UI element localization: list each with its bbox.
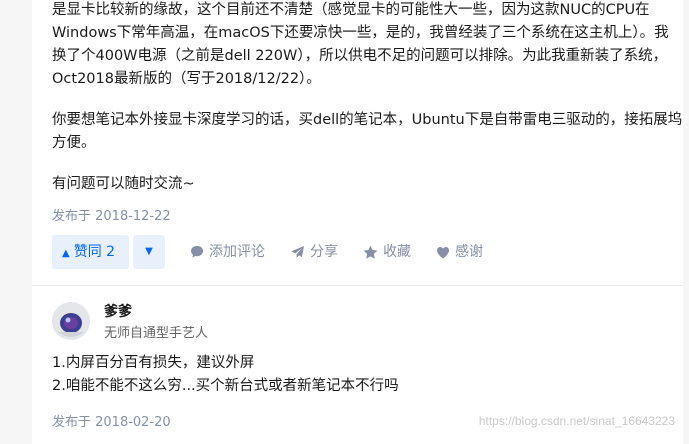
answer-line: Windows下常年高温，在macOS下还要凉快一些，是的，我曾经装了三个系统在… — [52, 25, 669, 41]
page-edge — [683, 0, 689, 444]
upvote-button[interactable]: ▲ 赞同 2 — [52, 235, 129, 269]
watermark: https://blog.csdn.net/sinat_16643223 — [478, 414, 675, 428]
upvote-label: 赞同 2 — [73, 244, 116, 260]
author-name[interactable]: 爹爹 — [104, 301, 132, 321]
comment-label: 添加评论 — [209, 244, 265, 260]
answer-line: 换了个400W电源（之前是dell 220W），所以供电不足的问题可以排除。为此… — [52, 48, 668, 64]
answer-line: 是显卡比较新的缘故，这个目前还不清楚（感觉显卡的可能性大一些，因为这款NUC的C… — [52, 2, 650, 18]
answer-2-date[interactable]: 发布于 2018-02-20 — [52, 411, 171, 430]
answer-1-paragraph-2: 你要想笔记本外接显卡深度学习的话，买dell的笔记本，Ubuntu下是自带雷电三… — [52, 109, 682, 155]
share-label: 分享 — [310, 244, 338, 260]
triangle-up-icon: ▲ — [62, 248, 70, 259]
answer-line: 1.内屏百分百有损失，建议外屏 — [52, 355, 255, 371]
comment-icon — [191, 246, 203, 258]
downvote-button[interactable]: ▼ — [133, 235, 165, 269]
triangle-down-icon: ▼ — [145, 246, 153, 257]
favorite-button[interactable]: 收藏 — [363, 235, 411, 269]
thanks-label: 感谢 — [455, 244, 483, 260]
share-button[interactable]: 分享 — [290, 235, 338, 269]
answer-list: 是显卡比较新的缘故，这个目前还不清楚（感觉显卡的可能性大一些，因为这款NUC的C… — [32, 0, 689, 444]
answer-1-actions: ▲ 赞同 2 ▼ 添加评论 分享 收藏 感谢 — [52, 235, 652, 269]
answer-line: 方便。 — [52, 135, 96, 151]
answer-divider — [32, 285, 689, 286]
answer-2-content: 1.内屏百分百有损失，建议外屏 2.咱能不能不这么穷...买个新台式或者新笔记本… — [52, 352, 399, 398]
thanks-button[interactable]: 感谢 — [436, 235, 483, 269]
share-icon — [291, 246, 304, 258]
answer-line: 你要想笔记本外接显卡深度学习的话，买dell的笔记本，Ubuntu下是自带雷电三… — [52, 112, 683, 128]
answer-line: Oct2018最新版的（写于2018/12/22）。 — [52, 71, 321, 87]
comment-button[interactable]: 添加评论 — [190, 235, 265, 269]
heart-icon — [437, 247, 449, 259]
answer-line: 2.咱能不能不这么穷...买个新台式或者新笔记本不行吗 — [52, 378, 399, 394]
avatar[interactable] — [52, 302, 90, 340]
author-bio: 无师自通型手艺人 — [104, 326, 209, 341]
answer-1-paragraph-3: 有问题可以随时交流~ — [52, 176, 195, 192]
avatar-image — [52, 302, 90, 340]
favorite-label: 收藏 — [383, 244, 411, 260]
answer-1-date[interactable]: 发布于 2018-12-22 — [52, 205, 171, 224]
star-icon — [363, 245, 378, 259]
answer-1-paragraph-1: 是显卡比较新的缘故，这个目前还不清楚（感觉显卡的可能性大一些，因为这款NUC的C… — [52, 0, 669, 91]
